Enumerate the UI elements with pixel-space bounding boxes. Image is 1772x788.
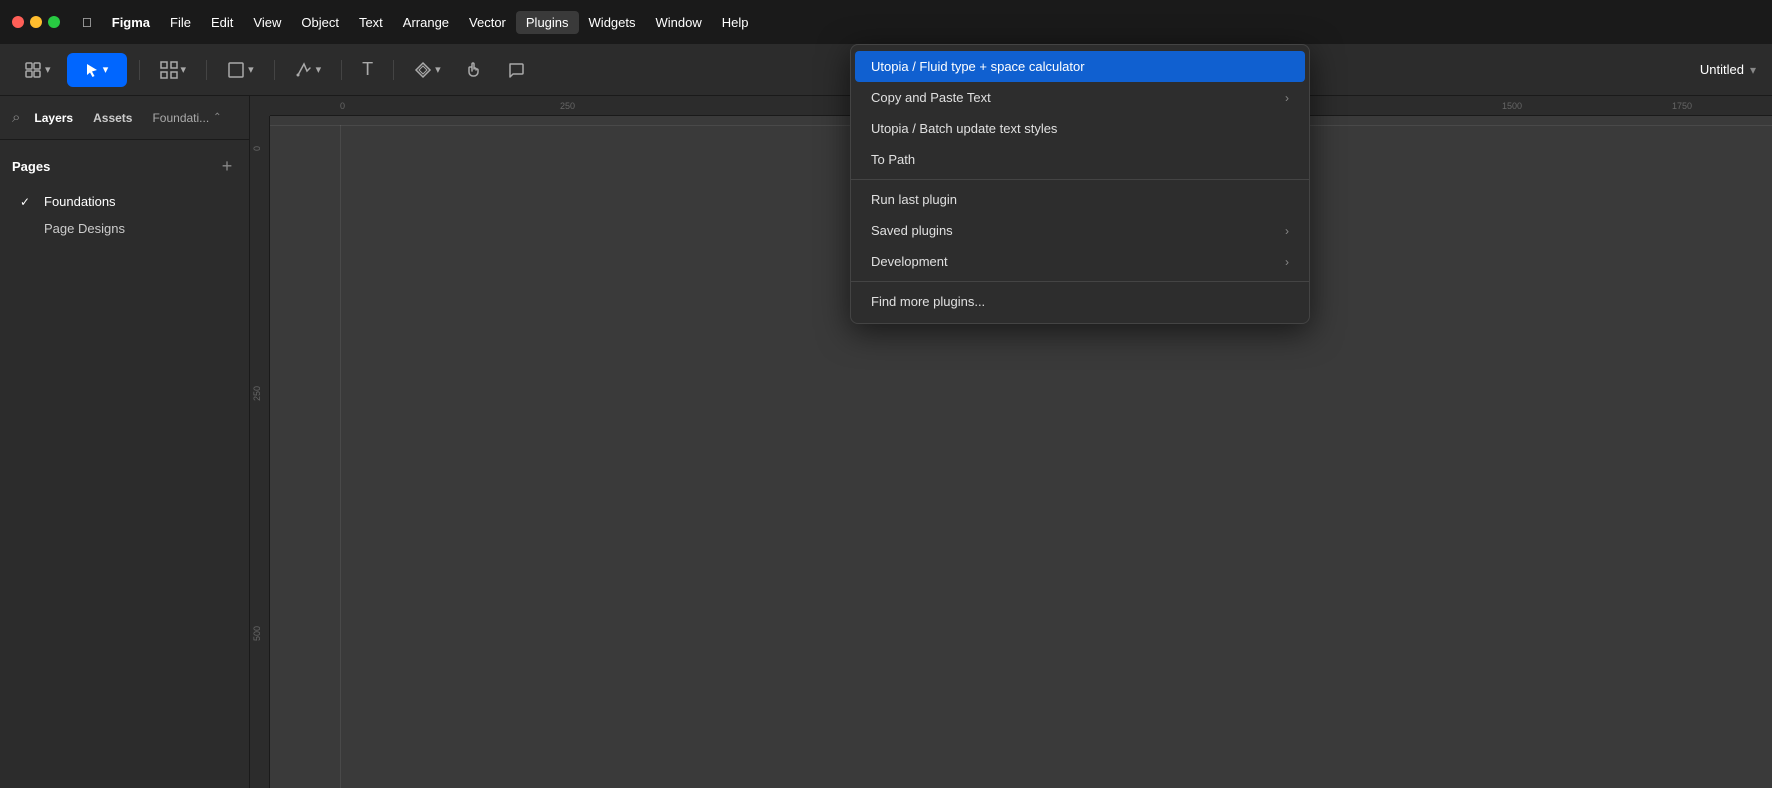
ruler-mark-v250: 250 [252, 386, 262, 401]
plugin-find-more[interactable]: Find more plugins... [855, 286, 1305, 317]
apple-menu[interactable]:  [72, 11, 102, 34]
ruler-mark-1750: 1750 [1672, 101, 1692, 111]
document-title: Untitled [1700, 62, 1744, 77]
ruler-mark-v500: 500 [252, 626, 262, 641]
layers-tab[interactable]: Layers [28, 107, 79, 129]
plugin-development[interactable]: Development › [855, 246, 1305, 277]
frame-chevron-icon: ▾ [181, 63, 187, 76]
ruler-corner [250, 96, 270, 116]
page-item-foundations[interactable]: ✓ Foundations [12, 188, 237, 215]
plugin-copy-paste-label: Copy and Paste Text [871, 90, 991, 105]
frame-tool-button[interactable]: ▾ [152, 53, 195, 87]
component-tool-button[interactable]: ▾ [406, 53, 449, 87]
arrange-menu[interactable]: Arrange [393, 11, 459, 34]
sidebar-header: Layers Assets Foundati... [0, 96, 249, 140]
text-tool-icon: T [362, 59, 373, 80]
grid-tool-button[interactable]: ▾ [16, 53, 59, 87]
plugin-utopia-batch[interactable]: Utopia / Batch update text styles [855, 113, 1305, 144]
hand-tool-button[interactable] [457, 53, 491, 87]
view-menu[interactable]: View [243, 11, 291, 34]
window-menu[interactable]: Window [646, 11, 712, 34]
ruler-mark-250: 250 [560, 101, 575, 111]
plugin-copy-paste[interactable]: Copy and Paste Text › [855, 82, 1305, 113]
plugin-saved-plugins-label: Saved plugins [871, 223, 953, 238]
plugin-run-last[interactable]: Run last plugin [855, 184, 1305, 215]
component-chevron-icon: ▾ [435, 63, 441, 76]
development-arrow-icon: › [1285, 255, 1289, 269]
copy-paste-arrow-icon: › [1285, 91, 1289, 105]
plugins-dropdown: Utopia / Fluid type + space calculator C… [850, 44, 1310, 324]
plugin-to-path-label: To Path [871, 152, 915, 167]
plugin-utopia-fluid[interactable]: Utopia / Fluid type + space calculator [855, 51, 1305, 82]
ruler-left: 0 250 500 [250, 116, 270, 788]
comment-tool-button[interactable] [499, 53, 533, 87]
page-name-foundations: Foundations [44, 194, 116, 209]
ruler-mark-1500: 1500 [1502, 101, 1522, 111]
vector-menu[interactable]: Vector [459, 11, 516, 34]
help-menu[interactable]: Help [712, 11, 759, 34]
edit-menu[interactable]: Edit [201, 11, 243, 34]
menu-bar:  Figma File Edit View Object Text Arran… [0, 0, 1772, 44]
minimize-button[interactable] [30, 16, 42, 28]
left-sidebar: Layers Assets Foundati... Pages + ✓ Foun… [0, 96, 250, 788]
page-breadcrumb[interactable]: Foundati... [146, 107, 227, 129]
saved-plugins-arrow-icon: › [1285, 224, 1289, 238]
toolbar-separator-1 [139, 60, 140, 80]
traffic-lights [12, 16, 60, 28]
close-button[interactable] [12, 16, 24, 28]
add-page-button[interactable]: + [217, 156, 237, 176]
ruler-mark-v0: 0 [252, 146, 262, 151]
object-menu[interactable]: Object [291, 11, 349, 34]
pages-title: Pages [12, 159, 50, 174]
plugin-saved-plugins[interactable]: Saved plugins › [855, 215, 1305, 246]
grid-chevron-icon: ▾ [45, 63, 51, 76]
page-item-page-designs[interactable]: Page Designs [12, 215, 237, 242]
plugins-menu[interactable]: Plugins [516, 11, 579, 34]
menu-separator-2 [851, 281, 1309, 282]
origin-line-v [340, 125, 341, 788]
widgets-menu[interactable]: Widgets [579, 11, 646, 34]
move-tool-button[interactable]: ▾ [67, 53, 127, 87]
toolbar-separator-2 [206, 60, 207, 80]
toolbar-separator-3 [274, 60, 275, 80]
plugin-utopia-batch-label: Utopia / Batch update text styles [871, 121, 1057, 136]
text-menu[interactable]: Text [349, 11, 393, 34]
toolbar-separator-5 [393, 60, 394, 80]
pages-header: Pages + [12, 156, 237, 176]
page-check-icon: ✓ [20, 195, 36, 209]
page-name-page-designs: Page Designs [44, 221, 125, 236]
pages-section: Pages + ✓ Foundations Page Designs [0, 140, 249, 250]
pen-chevron-icon: ▾ [316, 63, 322, 76]
title-chevron-icon[interactable]: ▾ [1750, 63, 1756, 77]
plugin-run-last-label: Run last plugin [871, 192, 957, 207]
toolbar-separator-4 [341, 60, 342, 80]
breadcrumb-up-icon [213, 112, 221, 123]
maximize-button[interactable] [48, 16, 60, 28]
ruler-mark-0: 0 [340, 101, 345, 111]
move-chevron-icon: ▾ [103, 63, 109, 76]
pen-tool-button[interactable]: ▾ [287, 53, 330, 87]
assets-tab[interactable]: Assets [87, 107, 138, 129]
figma-menu[interactable]: Figma [102, 11, 160, 34]
title-bar: Untitled ▾ [1700, 62, 1756, 77]
plugin-development-label: Development [871, 254, 948, 269]
file-menu[interactable]: File [160, 11, 201, 34]
plugin-to-path[interactable]: To Path [855, 144, 1305, 175]
plugin-find-more-label: Find more plugins... [871, 294, 985, 309]
shape-tool-button[interactable]: ▾ [219, 53, 262, 87]
plugin-utopia-fluid-label: Utopia / Fluid type + space calculator [871, 59, 1085, 74]
text-tool-button[interactable]: T [354, 53, 381, 87]
breadcrumb-label: Foundati... [152, 111, 209, 125]
menu-separator-1 [851, 179, 1309, 180]
shape-chevron-icon: ▾ [248, 63, 254, 76]
search-icon[interactable] [12, 109, 20, 126]
